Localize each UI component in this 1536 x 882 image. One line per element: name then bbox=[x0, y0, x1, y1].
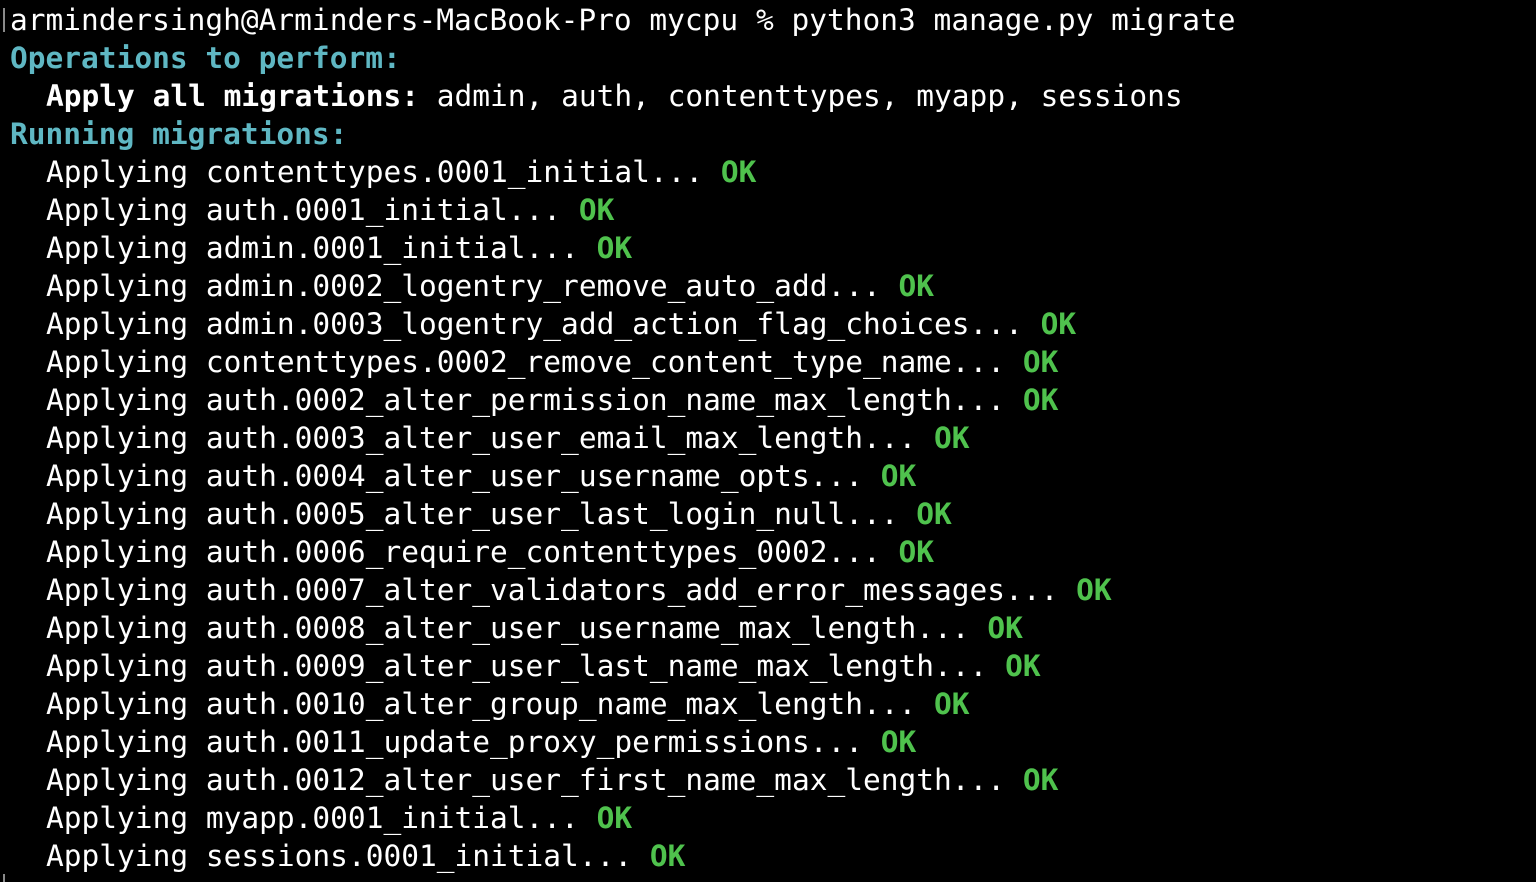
migration-row: Applying auth.0011_update_proxy_permissi… bbox=[46, 723, 916, 761]
migration-text: Applying auth.0003_alter_user_email_max_… bbox=[46, 421, 935, 455]
migration-row: Applying auth.0003_alter_user_email_max_… bbox=[46, 419, 970, 457]
migration-text: Applying admin.0003_logentry_add_action_… bbox=[46, 307, 1041, 341]
migration-text: Applying auth.0004_alter_user_username_o… bbox=[46, 459, 881, 493]
migration-text: Applying auth.0002_alter_permission_name… bbox=[46, 383, 1023, 417]
migration-row: Applying admin.0001_initial... OK bbox=[46, 229, 632, 267]
migration-row: Applying auth.0004_alter_user_username_o… bbox=[46, 457, 916, 495]
migration-status: OK bbox=[880, 725, 917, 759]
migration-status: OK bbox=[578, 193, 615, 227]
migration-row: Applying contenttypes.0001_initial... OK bbox=[46, 153, 756, 191]
migration-row: Applying auth.0007_alter_validators_add_… bbox=[46, 571, 1112, 609]
migration-text: Applying contenttypes.0002_remove_conten… bbox=[46, 345, 1023, 379]
migration-text: Applying myapp.0001_initial... bbox=[46, 801, 597, 835]
migration-row: Applying auth.0001_initial... OK bbox=[46, 191, 614, 229]
migration-row: Applying auth.0002_alter_permission_name… bbox=[46, 381, 1058, 419]
migration-text: Applying auth.0011_update_proxy_permissi… bbox=[46, 725, 881, 759]
migration-row: Applying sessions.0001_initial... OK bbox=[46, 837, 685, 875]
migration-row: Applying contenttypes.0002_remove_conten… bbox=[46, 343, 1058, 381]
apply-all-line: Apply all migrations: admin, auth, conte… bbox=[46, 77, 1183, 115]
line-marker-bottom bbox=[3, 874, 5, 882]
migration-text: Applying auth.0008_alter_user_username_m… bbox=[46, 611, 988, 645]
migration-status: OK bbox=[720, 155, 757, 189]
migration-text: Applying auth.0009_alter_user_last_name_… bbox=[46, 649, 1006, 683]
migration-row: Applying auth.0012_alter_user_first_name… bbox=[46, 761, 1058, 799]
migration-status: OK bbox=[898, 269, 935, 303]
migration-status: OK bbox=[934, 687, 970, 721]
migration-row: Applying auth.0010_alter_group_name_max_… bbox=[46, 685, 970, 723]
migration-row: Applying auth.0009_alter_user_last_name_… bbox=[46, 647, 1041, 685]
command-line: armindersingh@Arminders-MacBook-Pro mycp… bbox=[10, 1, 1235, 39]
command-text: python3 manage.py migrate bbox=[791, 3, 1236, 37]
migration-status: OK bbox=[1076, 573, 1112, 607]
migration-text: Applying admin.0002_logentry_remove_auto… bbox=[46, 269, 899, 303]
migration-status: OK bbox=[1022, 383, 1059, 417]
terminal-window[interactable]: armindersingh@Arminders-MacBook-Pro mycp… bbox=[0, 0, 1536, 882]
migration-row: Applying auth.0005_alter_user_last_login… bbox=[46, 495, 952, 533]
operations-heading: Operations to perform: bbox=[10, 41, 401, 75]
migration-status: OK bbox=[596, 231, 633, 265]
migration-status: OK bbox=[1005, 649, 1041, 683]
migration-status: OK bbox=[916, 497, 952, 531]
apply-all-label: Apply all migrations: bbox=[46, 79, 419, 113]
migration-text: Applying auth.0001_initial... bbox=[46, 193, 579, 227]
shell-prompt: armindersingh@Arminders-MacBook-Pro mycp… bbox=[10, 3, 792, 37]
migration-text: Applying admin.0001_initial... bbox=[46, 231, 597, 265]
migration-status: OK bbox=[596, 801, 633, 835]
migration-row: Applying auth.0008_alter_user_username_m… bbox=[46, 609, 1023, 647]
migration-row: Applying admin.0002_logentry_remove_auto… bbox=[46, 267, 934, 305]
migration-text: Applying auth.0010_alter_group_name_max_… bbox=[46, 687, 935, 721]
migration-status: OK bbox=[649, 839, 686, 873]
migration-row: Applying auth.0006_require_contenttypes_… bbox=[46, 533, 934, 571]
migration-status: OK bbox=[1022, 763, 1059, 797]
migration-status: OK bbox=[880, 459, 917, 493]
line-marker bbox=[3, 8, 5, 32]
migration-text: Applying contenttypes.0001_initial... bbox=[46, 155, 721, 189]
migration-text: Applying auth.0007_alter_validators_add_… bbox=[46, 573, 1077, 607]
running-heading: Running migrations: bbox=[10, 117, 348, 151]
migration-row: Applying admin.0003_logentry_add_action_… bbox=[46, 305, 1076, 343]
migration-status: OK bbox=[987, 611, 1023, 645]
migration-text: Applying auth.0012_alter_user_first_name… bbox=[46, 763, 1023, 797]
migration-status: OK bbox=[934, 421, 970, 455]
migration-text: Applying auth.0005_alter_user_last_login… bbox=[46, 497, 917, 531]
migration-row: Applying myapp.0001_initial... OK bbox=[46, 799, 632, 837]
migration-status: OK bbox=[1040, 307, 1077, 341]
migration-status: OK bbox=[1022, 345, 1059, 379]
migration-text: Applying auth.0006_require_contenttypes_… bbox=[46, 535, 899, 569]
migration-status: OK bbox=[898, 535, 935, 569]
apply-all-value: admin, auth, contenttypes, myapp, sessio… bbox=[418, 79, 1183, 113]
migration-text: Applying sessions.0001_initial... bbox=[46, 839, 650, 873]
